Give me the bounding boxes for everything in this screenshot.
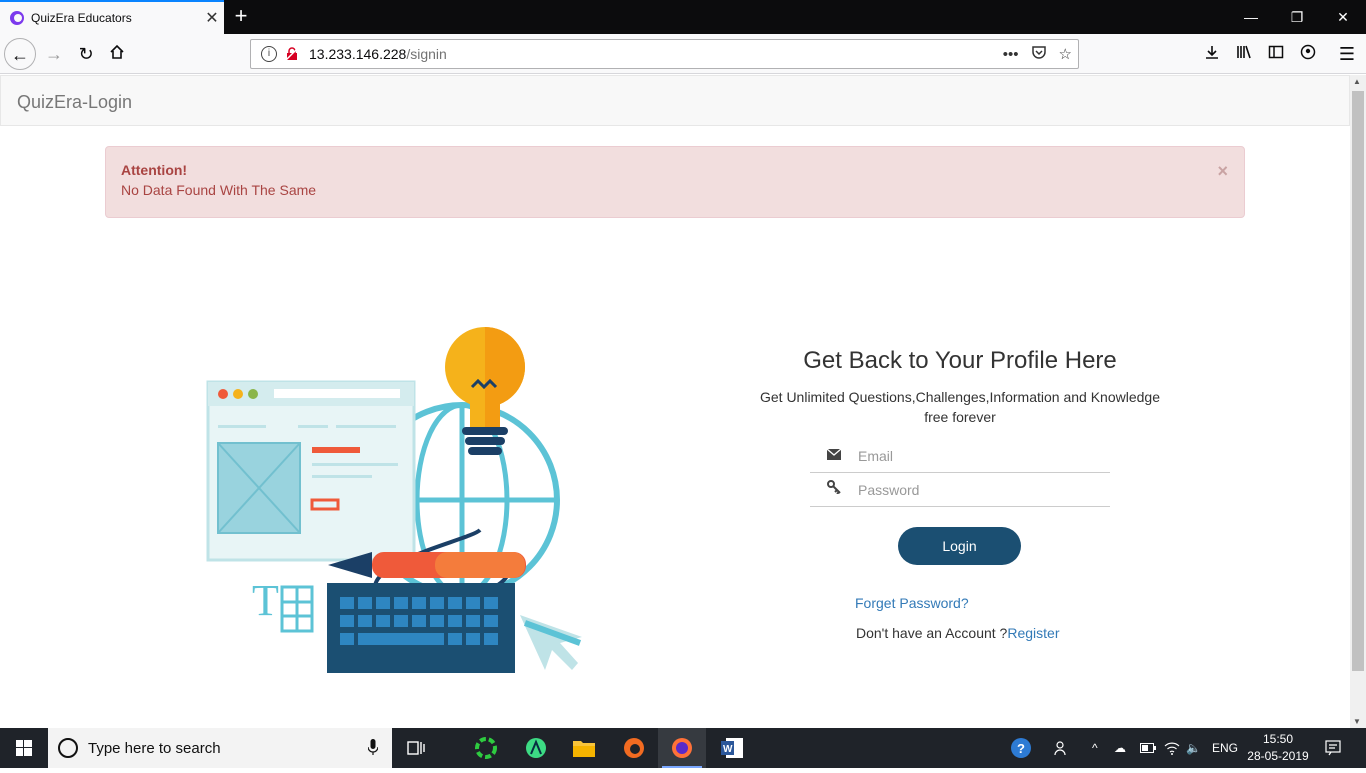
volume-icon[interactable]: 🔈	[1186, 728, 1201, 768]
close-window-button[interactable]: ✕	[1320, 0, 1366, 34]
svg-text:W: W	[723, 744, 733, 755]
people-icon[interactable]	[1054, 728, 1070, 768]
browser-navbar: ← → ↻ i 13.233.146.228/signin ••• ☆ ☰	[0, 34, 1366, 74]
clock-date: 28-05-2019	[1247, 749, 1309, 763]
error-alert: Attention! No Data Found With The Same ×	[105, 146, 1245, 218]
browser-tab[interactable]: QuizEra Educators ✕	[0, 0, 224, 34]
reload-button[interactable]: ↻	[70, 38, 102, 70]
login-button[interactable]: Login	[898, 527, 1021, 565]
app-navbar: QuizEra-Login	[0, 75, 1350, 126]
cortana-icon	[58, 738, 78, 758]
task-view-icon[interactable]	[392, 728, 440, 768]
show-hidden-icons-icon[interactable]: ^	[1092, 728, 1098, 768]
login-title: Get Back to Your Profile Here	[803, 347, 1117, 374]
email-field	[810, 439, 1110, 473]
login-subtitle-line1: Get Unlimited Questions,Challenges,Infor…	[759, 389, 1160, 405]
login-form: Get Back to Your Profile Here Get Unlimi…	[740, 347, 1180, 641]
account-icon[interactable]	[1292, 38, 1324, 70]
menu-icon[interactable]: ☰	[1331, 38, 1363, 70]
url-bar[interactable]: i 13.233.146.228/signin ••• ☆	[250, 39, 1079, 69]
alert-message: No Data Found With The Same	[121, 182, 317, 198]
forgot-password-link[interactable]: Forget Password?	[855, 595, 969, 611]
password-field	[810, 473, 1110, 507]
insecure-connection-icon[interactable]	[285, 47, 299, 61]
site-info-icon[interactable]: i	[261, 46, 277, 62]
android-studio-icon[interactable]	[512, 728, 560, 768]
battery-icon[interactable]	[1140, 728, 1156, 768]
alert-close-button[interactable]: ×	[1217, 161, 1228, 182]
forward-button[interactable]: →	[38, 38, 70, 70]
file-explorer-icon[interactable]	[560, 728, 608, 768]
education-illustration: T	[206, 327, 582, 673]
scroll-down-arrow-icon[interactable]: ▼	[1353, 717, 1361, 726]
brand-title[interactable]: QuizEra-Login	[17, 92, 132, 113]
page-content: QuizEra-Login Attention! No Data Found W…	[0, 75, 1350, 728]
site-favicon-icon	[10, 11, 24, 25]
start-button[interactable]	[0, 728, 48, 768]
pocket-icon[interactable]	[1031, 44, 1047, 64]
svg-text:?: ?	[1017, 741, 1025, 756]
page-scrollbar[interactable]: ▲ ▼	[1350, 75, 1366, 728]
scroll-up-arrow-icon[interactable]: ▲	[1353, 77, 1361, 86]
svg-text:T: T	[252, 576, 279, 625]
windows-taskbar: Type here to search W ? ^ ☁ 🔈 ENG 15:50	[0, 728, 1366, 768]
tab-title: QuizEra Educators	[31, 11, 132, 25]
bookmark-star-icon[interactable]: ☆	[1059, 45, 1072, 63]
no-account-text: Don't have an Account ?	[856, 625, 1008, 641]
minimize-window-button[interactable]: —	[1228, 0, 1274, 34]
taskbar-search-box[interactable]: Type here to search	[48, 728, 392, 768]
register-link[interactable]: Register	[1007, 625, 1059, 641]
new-tab-button[interactable]: +	[228, 4, 254, 30]
sync-app-icon[interactable]	[462, 728, 510, 768]
restore-window-button[interactable]: ❐	[1274, 0, 1320, 34]
sidebar-icon[interactable]	[1260, 38, 1292, 70]
microphone-icon[interactable]	[367, 738, 392, 758]
email-input[interactable]	[858, 447, 1110, 464]
close-tab-icon[interactable]: ✕	[200, 8, 224, 28]
back-button[interactable]: ←	[4, 38, 36, 70]
wifi-icon[interactable]	[1164, 728, 1180, 768]
firefox-icon[interactable]	[658, 728, 706, 768]
language-indicator[interactable]: ENG	[1212, 728, 1238, 768]
scrollbar-thumb[interactable]	[1352, 91, 1364, 671]
word-icon[interactable]: W	[708, 728, 756, 768]
edge-browser-icon[interactable]	[610, 728, 658, 768]
library-icon[interactable]	[1228, 38, 1260, 70]
windows-logo-icon	[16, 740, 32, 756]
no-account-prompt: Don't have an Account ?Register	[856, 625, 1059, 641]
home-button[interactable]	[101, 38, 133, 70]
alert-heading: Attention!	[121, 162, 188, 178]
password-input[interactable]	[858, 481, 1110, 498]
help-icon[interactable]: ?	[1010, 728, 1032, 768]
page-actions-icon[interactable]: •••	[1003, 46, 1019, 63]
url-path: /signin	[406, 46, 447, 62]
clock-time: 15:50	[1262, 732, 1294, 746]
onedrive-icon[interactable]: ☁	[1114, 728, 1126, 768]
envelope-icon	[810, 447, 858, 465]
home-icon	[110, 44, 124, 59]
login-subtitle-line2: free forever	[924, 409, 996, 425]
url-host: 13.233.146.228	[309, 46, 407, 62]
downloads-icon[interactable]	[1196, 38, 1228, 70]
browser-titlebar: QuizEra Educators ✕ + — ❐ ✕	[0, 0, 1366, 34]
taskbar-search-placeholder: Type here to search	[88, 739, 221, 757]
taskbar-clock[interactable]: 15:50 28-05-2019	[1240, 731, 1316, 765]
key-icon	[810, 480, 858, 499]
action-center-icon[interactable]	[1325, 728, 1341, 768]
